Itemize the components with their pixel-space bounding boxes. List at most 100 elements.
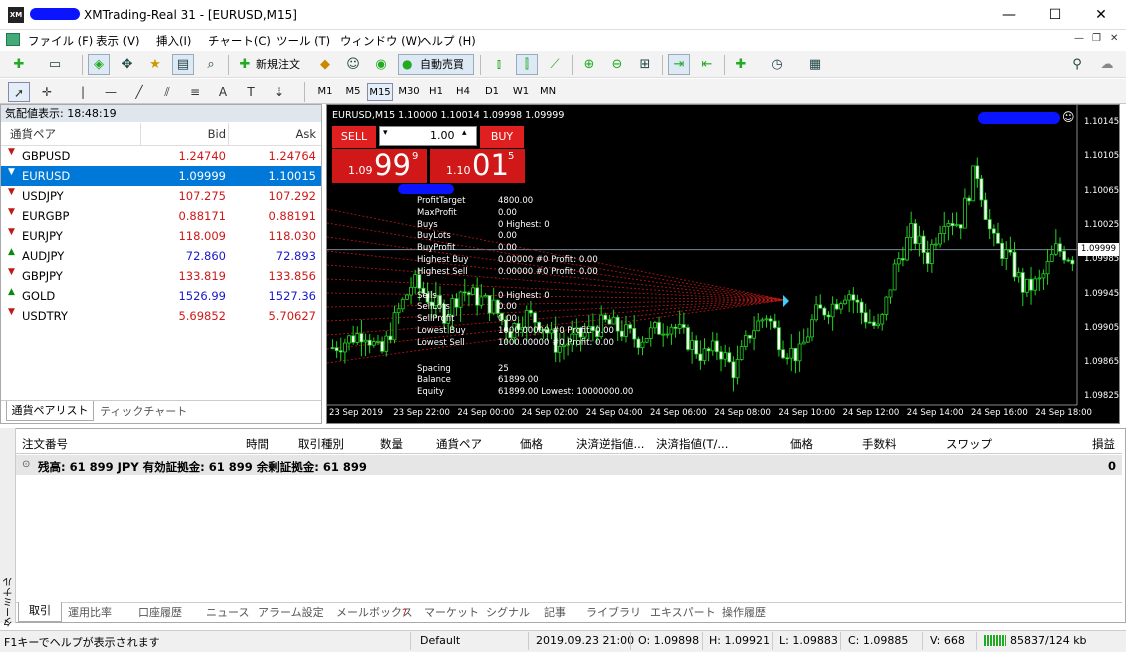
text-icon[interactable]: A — [212, 82, 234, 102]
search-icon[interactable]: ⚲ — [1066, 54, 1088, 75]
window-title: XMTrading-Real 31 - [EURUSD,M15] — [84, 8, 297, 22]
chart-shift-icon[interactable]: ⇤ — [696, 54, 718, 75]
terminal-col-header[interactable]: 通貨ペア — [436, 436, 482, 452]
menu-chart[interactable]: チャート(C) — [208, 33, 271, 49]
candle-body — [1008, 249, 1013, 253]
buy-price-sup: 5 — [508, 151, 515, 162]
chat-icon[interactable]: ☁ — [1096, 54, 1118, 75]
terminal-col-header[interactable]: 数量 — [380, 436, 403, 452]
new-order-icon[interactable]: ✚ — [234, 54, 256, 75]
candle-body — [400, 298, 405, 310]
buy-button[interactable]: BUY — [480, 126, 524, 148]
menu-help[interactable]: ヘルプ (H) — [420, 33, 476, 49]
arrows-icon[interactable]: ⇣ — [268, 82, 290, 102]
menu-window[interactable]: ウィンドウ (W) — [340, 33, 422, 49]
cursor-icon[interactable]: ➚ — [8, 82, 30, 102]
menu-tools[interactable]: ツール (T) — [276, 33, 330, 49]
new-order-button[interactable]: 新規注文 — [256, 56, 300, 72]
terminal-col-header[interactable]: 取引種別 — [298, 436, 344, 452]
templates-icon[interactable]: ▦ — [804, 54, 826, 75]
col-symbol-header[interactable]: 通貨ペア — [10, 123, 56, 145]
sell-button[interactable]: SELL — [332, 126, 376, 148]
mdi-minimize-button[interactable]: — — [1074, 33, 1084, 44]
signals-icon[interactable]: ◉ — [370, 54, 392, 75]
tab-symbols[interactable]: 通貨ペアリスト — [6, 401, 94, 421]
community-icon[interactable]: ☺ — [342, 54, 364, 75]
periods-icon[interactable]: ◷ — [766, 54, 788, 75]
bar-chart-icon[interactable]: ⫾ — [488, 54, 510, 75]
candle-body — [719, 351, 723, 360]
metaeditor-icon[interactable]: ◆ — [314, 54, 336, 75]
terminal-col-header[interactable]: 決済指値(T/... — [656, 436, 728, 452]
trendline-icon[interactable]: ╱ — [128, 82, 150, 102]
auto-scroll-icon[interactable]: ⇥ — [668, 54, 690, 75]
timeframe-mn[interactable]: MN — [535, 83, 561, 101]
terminal-tab[interactable]: 取引 — [18, 602, 62, 622]
menu-file[interactable]: ファイル (F) — [28, 33, 93, 49]
vertical-line-icon[interactable]: | — [72, 82, 94, 102]
connection-icon[interactable] — [984, 635, 1006, 646]
info-label: SellProfit — [417, 314, 455, 325]
line-chart-icon[interactable]: ⟋ — [544, 54, 566, 75]
zoom-out-icon[interactable]: ⊖ — [606, 54, 628, 75]
terminal-col-header[interactable]: 価格 — [790, 436, 813, 452]
terminal-col-header[interactable]: 手数料 — [862, 436, 897, 452]
close-button[interactable]: ✕ — [1078, 0, 1124, 30]
col-ask-header[interactable]: Ask — [228, 123, 316, 145]
timeframe-m30[interactable]: M30 — [396, 83, 422, 101]
terminal-tab[interactable]: 操作履歴 — [722, 604, 766, 620]
terminal-col-header[interactable]: 損益 — [1092, 436, 1115, 452]
crosshair-icon[interactable]: ✛ — [36, 82, 58, 102]
maximize-button[interactable]: ☐ — [1032, 0, 1078, 30]
fibonacci-icon[interactable]: ≡ — [184, 82, 206, 102]
menu-insert[interactable]: 挿入(I) — [156, 33, 191, 49]
terminal-col-header[interactable]: スワップ — [946, 436, 992, 452]
market-watch-icon[interactable]: ◈ — [88, 54, 110, 75]
navigator-icon[interactable]: ★ — [144, 54, 166, 75]
indicators-icon[interactable]: ✚ — [730, 54, 752, 75]
timeframe-d1[interactable]: D1 — [479, 83, 505, 101]
time-tick-label: 24 Sep 04:00 — [585, 408, 643, 418]
mdi-restore-button[interactable]: ❐ — [1092, 33, 1101, 44]
terminal-tab[interactable]: シグナル — [486, 604, 530, 620]
terminal-tab[interactable]: 運用比率 — [68, 604, 112, 620]
timeframe-m5[interactable]: M5 — [340, 83, 366, 101]
price-tick-label: 1.10105 — [1084, 151, 1120, 162]
data-window-icon[interactable]: ✥ — [116, 54, 138, 75]
terminal-icon[interactable]: ▤ — [172, 54, 194, 75]
timeframe-w1[interactable]: W1 — [508, 83, 534, 101]
tester-icon[interactable]: ⌕ — [200, 54, 222, 75]
terminal-tab[interactable]: ニュース — [206, 604, 249, 620]
terminal-col-header[interactable]: 時間 — [246, 436, 269, 452]
menu-view[interactable]: 表示 (V) — [96, 33, 140, 49]
terminal-tab[interactable]: ライブラリ — [586, 604, 641, 620]
horizontal-line-icon[interactable]: — — [100, 82, 122, 102]
text-label-icon[interactable]: T — [240, 82, 262, 102]
candle-body — [971, 165, 976, 202]
terminal-tab[interactable]: 口座履歴 — [138, 604, 182, 620]
timeframe-h4[interactable]: H4 — [450, 83, 476, 101]
terminal-col-header[interactable]: 注文番号 — [22, 436, 68, 452]
minimize-button[interactable]: — — [986, 0, 1032, 30]
terminal-tab[interactable]: マーケット — [424, 604, 479, 620]
terminal-tab[interactable]: アラーム設定 — [258, 604, 324, 620]
lot-down-icon[interactable]: ▾ — [383, 128, 388, 138]
tab-tick-chart[interactable]: ティックチャート — [100, 403, 187, 419]
tile-windows-icon[interactable]: ⊞ — [634, 54, 656, 75]
terminal-col-header[interactable]: 価格 — [520, 436, 543, 452]
col-bid-header[interactable]: Bid — [140, 123, 226, 145]
terminal-tab[interactable]: 記事 — [544, 604, 566, 620]
equidistant-channel-icon[interactable]: ⫽ — [156, 82, 178, 102]
new-chart-icon[interactable]: ✚ — [8, 54, 30, 75]
timeframe-m1[interactable]: M1 — [312, 83, 338, 101]
candlestick-chart-icon[interactable]: ⫿ — [516, 54, 538, 75]
terminal-col-header[interactable]: 決済逆指値... — [576, 436, 644, 452]
zoom-in-icon[interactable]: ⊕ — [578, 54, 600, 75]
mdi-close-button[interactable]: ✕ — [1110, 33, 1118, 44]
timeframe-h1[interactable]: H1 — [423, 83, 449, 101]
timeframe-m15[interactable]: M15 — [367, 83, 393, 101]
mdi-icon[interactable] — [6, 33, 20, 46]
lot-up-icon[interactable]: ▴ — [462, 128, 467, 138]
profiles-icon[interactable]: ▭ — [44, 54, 66, 75]
terminal-tab[interactable]: エキスパート — [650, 604, 716, 620]
